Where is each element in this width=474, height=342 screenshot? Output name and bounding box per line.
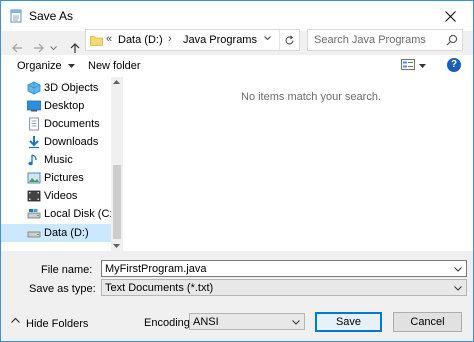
save-as-type-select[interactable]: Text Documents (*.txt): [101, 279, 467, 296]
scroll-up-icon[interactable]: [113, 80, 120, 84]
breadcrumb-java-programs[interactable]: Java Programs: [183, 34, 257, 46]
nav-item-music[interactable]: Music: [1, 151, 111, 169]
empty-results-message: No items match your search.: [241, 91, 381, 103]
view-details-icon: [401, 59, 415, 70]
nav-item-pictures[interactable]: Pictures: [1, 169, 111, 187]
chevron-down-icon: [454, 286, 462, 291]
view-options-button[interactable]: [401, 59, 415, 73]
save-button-label: Save: [335, 316, 362, 328]
encoding-select[interactable]: ANSI: [189, 313, 305, 330]
save-as-type-label: Save as type:: [29, 283, 96, 295]
save-button[interactable]: Save: [315, 312, 382, 332]
hide-folders-label: Hide Folders: [26, 318, 89, 330]
address-bar[interactable]: « Data (D:) › Java Programs: [85, 29, 300, 51]
encoding-label: Encoding:: [144, 317, 193, 329]
search-box[interactable]: [307, 29, 463, 51]
encoding-dropdown[interactable]: [292, 317, 300, 327]
refresh-icon: [285, 34, 294, 44]
3d-objects-icon: [27, 81, 41, 95]
file-name-dropdown[interactable]: [454, 264, 462, 274]
caret-down-icon: [419, 64, 426, 68]
desktop-icon: [27, 100, 41, 112]
address-dropdown[interactable]: [264, 33, 271, 44]
nav-item-videos[interactable]: Videos: [1, 187, 111, 205]
new-folder-button[interactable]: New folder: [88, 60, 141, 72]
music-icon: [28, 154, 37, 166]
nav-item-data-drive[interactable]: Data (D:): [1, 224, 111, 242]
chevron-down-icon: [264, 36, 271, 41]
file-name-label: File name:: [41, 264, 93, 276]
back-arrow-icon: [12, 43, 22, 53]
file-name-value: MyFirstProgram.java: [105, 263, 207, 275]
documents-icon: [29, 117, 39, 131]
nav-item-label: Videos: [44, 190, 78, 202]
nav-item-local-disk[interactable]: Local Disk (C:): [1, 205, 116, 223]
pictures-icon: [27, 172, 41, 184]
nav-item-label: Desktop: [44, 100, 85, 112]
organize-dropdown[interactable]: [68, 61, 75, 70]
notepad-icon: [10, 9, 22, 23]
overflow-chevron[interactable]: «: [106, 33, 112, 45]
nav-item-3d-objects[interactable]: 3D Objects: [1, 79, 111, 97]
folder-icon: [90, 36, 103, 46]
nav-item-documents[interactable]: Documents: [1, 115, 111, 133]
forward-arrow-icon: [34, 43, 44, 53]
navigation-pane: 3D Objects Desktop Documents Downloads M…: [1, 77, 123, 251]
cancel-button[interactable]: Cancel: [393, 312, 462, 332]
downloads-icon: [29, 136, 39, 149]
nav-item-label: 3D Objects: [44, 82, 99, 94]
search-input[interactable]: [308, 30, 444, 50]
nav-item-label: Documents: [44, 118, 100, 130]
search-icon: [446, 34, 458, 46]
help-button[interactable]: ?: [447, 58, 461, 72]
file-name-input[interactable]: MyFirstProgram.java: [101, 260, 467, 277]
scroll-down-icon[interactable]: [113, 244, 120, 248]
chevron-down-icon: [292, 320, 300, 325]
breadcrumb-separator[interactable]: ›: [168, 33, 172, 45]
toolbar: Organize New folder ?: [1, 55, 473, 77]
nav-item-label: Pictures: [44, 172, 84, 184]
save-as-type-value: Text Documents (*.txt): [105, 282, 214, 294]
organize-button[interactable]: Organize: [17, 60, 62, 72]
scrollbar-thumb[interactable]: [113, 165, 121, 239]
chevron-up-icon: [11, 317, 20, 323]
save-as-dialog: Save As « Data (D:) › Java Programs Sear…: [0, 0, 474, 342]
close-button[interactable]: [427, 1, 473, 31]
save-as-type-dropdown[interactable]: [454, 283, 462, 293]
up-arrow-icon: [70, 43, 80, 53]
chevron-down-icon: [49, 45, 57, 50]
caret-down-icon: [68, 64, 75, 68]
nav-item-label: Music: [44, 154, 73, 166]
cancel-button-label: Cancel: [410, 316, 445, 328]
content-area: 3D Objects Desktop Documents Downloads M…: [1, 77, 473, 251]
local-disk-icon: [27, 209, 41, 219]
nav-item-desktop[interactable]: Desktop: [1, 97, 111, 115]
navigation-scrollbar[interactable]: [111, 77, 122, 251]
nav-item-label: Downloads: [44, 136, 99, 148]
encoding-value: ANSI: [193, 316, 219, 328]
drive-icon: [27, 231, 41, 238]
videos-icon: [27, 190, 41, 202]
refresh-button[interactable]: [279, 30, 299, 50]
breadcrumb-data-drive[interactable]: Data (D:): [118, 34, 163, 46]
nav-item-label: Data (D:): [44, 227, 89, 239]
window-title: Save As: [29, 9, 74, 23]
view-dropdown[interactable]: [419, 61, 426, 70]
close-icon: [444, 10, 456, 22]
nav-item-downloads[interactable]: Downloads: [1, 133, 111, 151]
chevron-down-icon: [454, 267, 462, 272]
title-bar: Save As: [1, 1, 473, 31]
nav-item-label: Local Disk (C:): [44, 208, 117, 220]
